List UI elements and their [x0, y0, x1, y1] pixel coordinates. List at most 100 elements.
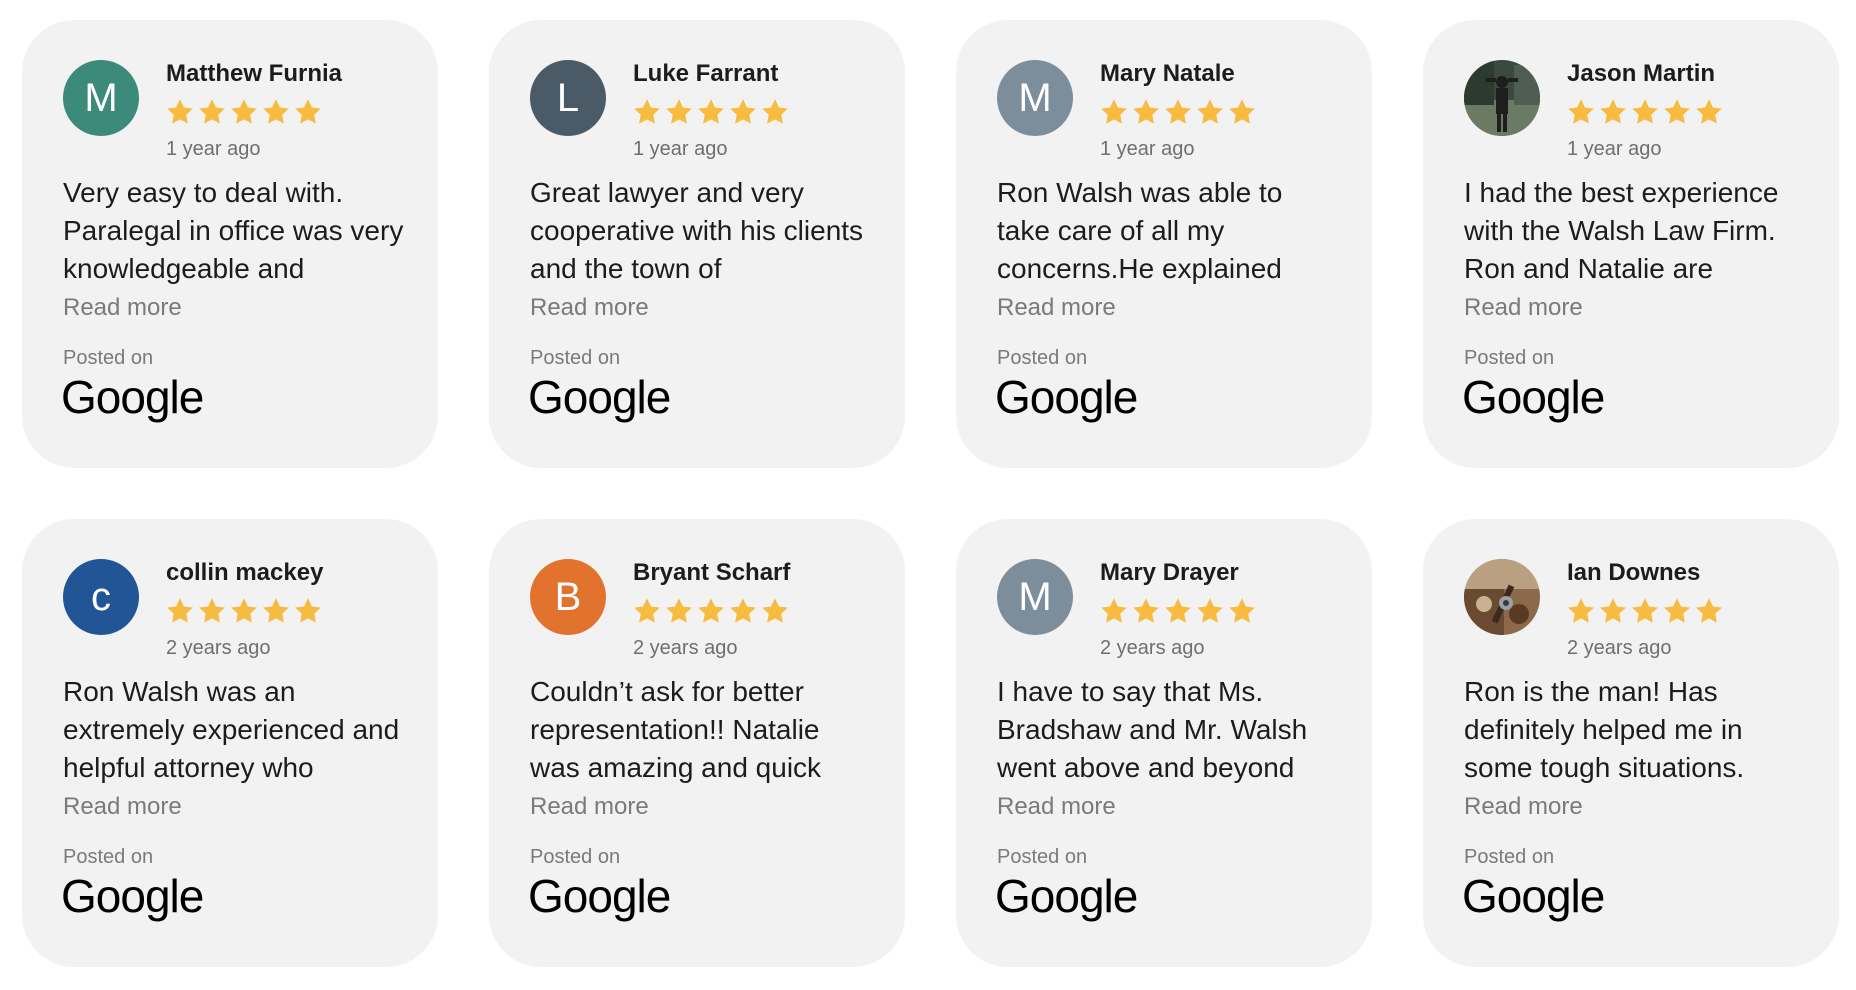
reviewer-name: collin mackey: [166, 559, 324, 586]
review-text: Ron Walsh was an extremely experienced a…: [63, 676, 400, 783]
star-icon: [760, 596, 790, 626]
star-icon: [1694, 97, 1724, 127]
review-card: Jason Martin 1 year ago I had the best e…: [1423, 20, 1839, 468]
star-icon: [229, 596, 259, 626]
star-icon: [1662, 97, 1692, 127]
google-logo: Google: [528, 371, 671, 423]
star-icon: [1227, 596, 1257, 626]
review-text: Couldn’t ask for better representation!!…: [530, 676, 822, 783]
avatar-photo: [1464, 60, 1540, 136]
star-icon: [664, 97, 694, 127]
star-icon: [1662, 596, 1692, 626]
reviewer-name: Mary Natale: [1100, 60, 1235, 87]
star-icon: [760, 97, 790, 127]
avatar: M: [63, 60, 139, 136]
star-icon: [1131, 97, 1161, 127]
read-more-link[interactable]: Read more: [1464, 294, 1583, 322]
star-rating: [632, 596, 792, 630]
star-icon: [1163, 596, 1193, 626]
star-icon: [1630, 596, 1660, 626]
star-icon: [1099, 97, 1129, 127]
star-icon: [728, 596, 758, 626]
star-icon: [1099, 596, 1129, 626]
posted-on-label: Posted on: [530, 846, 621, 868]
review-time: 2 years ago: [1100, 637, 1205, 659]
star-icon: [696, 596, 726, 626]
star-icon: [632, 97, 662, 127]
posted-on-label: Posted on: [530, 347, 621, 369]
review-card: L Luke Farrant 1 year ago Great lawyer a…: [489, 20, 905, 468]
star-icon: [197, 97, 227, 127]
star-icon: [1227, 97, 1257, 127]
star-icon: [229, 97, 259, 127]
reviews-grid: M Matthew Furnia 1 year ago Very easy to…: [0, 0, 1856, 990]
read-more-link[interactable]: Read more: [63, 793, 182, 821]
reviewer-name: Ian Downes: [1567, 559, 1701, 586]
google-logo: Google: [528, 870, 671, 922]
star-icon: [1598, 97, 1628, 127]
read-more-link[interactable]: Read more: [997, 294, 1116, 322]
review-time: 1 year ago: [633, 138, 728, 160]
avatar: B: [530, 559, 606, 635]
star-icon: [1630, 97, 1660, 127]
review-card: M Mary Drayer 2 years ago I have to say …: [956, 519, 1372, 967]
avatar: L: [530, 60, 606, 136]
review-card: B Bryant Scharf 2 years ago Couldn’t ask…: [489, 519, 905, 967]
star-rating: [165, 97, 325, 131]
star-rating: [632, 97, 792, 131]
google-logo: Google: [1462, 870, 1605, 922]
reviewer-name: Matthew Furnia: [166, 60, 343, 87]
star-icon: [696, 97, 726, 127]
star-icon: [1131, 596, 1161, 626]
review-card: M Mary Natale 1 year ago Ron Walsh was a…: [956, 20, 1372, 468]
star-icon: [1195, 97, 1225, 127]
review-time: 2 years ago: [1567, 637, 1672, 659]
avatar: M: [997, 60, 1073, 136]
read-more-link[interactable]: Read more: [997, 793, 1116, 821]
review-card: c collin mackey 2 years ago Ron Walsh wa…: [22, 519, 438, 967]
star-rating: [1566, 97, 1726, 131]
review-text: I have to say that Ms. Bradshaw and Mr. …: [997, 676, 1308, 783]
posted-on-label: Posted on: [997, 846, 1088, 868]
posted-on-label: Posted on: [1464, 347, 1555, 369]
read-more-link[interactable]: Read more: [63, 294, 182, 322]
star-icon: [261, 97, 291, 127]
review-card: M Matthew Furnia 1 year ago Very easy to…: [22, 20, 438, 468]
review-time: 1 year ago: [1567, 138, 1662, 160]
star-icon: [1694, 596, 1724, 626]
star-icon: [293, 97, 323, 127]
read-more-link[interactable]: Read more: [530, 294, 649, 322]
star-icon: [664, 596, 694, 626]
posted-on-label: Posted on: [997, 347, 1088, 369]
review-time: 1 year ago: [1100, 138, 1195, 160]
star-icon: [632, 596, 662, 626]
star-icon: [1566, 596, 1596, 626]
star-rating: [1566, 596, 1726, 630]
star-rating: [165, 596, 325, 630]
star-icon: [261, 596, 291, 626]
review-text: Great lawyer and very cooperative with h…: [530, 177, 864, 284]
star-icon: [197, 596, 227, 626]
review-time: 1 year ago: [166, 138, 261, 160]
google-logo: Google: [995, 870, 1138, 922]
star-rating: [1099, 596, 1259, 630]
review-text: Ron is the man! Has definitely helped me…: [1464, 676, 1745, 783]
reviewer-name: Jason Martin: [1567, 60, 1716, 87]
read-more-link[interactable]: Read more: [530, 793, 649, 821]
star-icon: [728, 97, 758, 127]
review-text: Very easy to deal with. Paralegal in off…: [63, 177, 404, 284]
star-icon: [1598, 596, 1628, 626]
review-time: 2 years ago: [633, 637, 738, 659]
posted-on-label: Posted on: [63, 846, 154, 868]
google-logo: Google: [1462, 371, 1605, 423]
reviewer-name: Luke Farrant: [633, 60, 779, 87]
google-logo: Google: [995, 371, 1138, 423]
posted-on-label: Posted on: [63, 347, 154, 369]
star-icon: [165, 596, 195, 626]
google-logo: Google: [61, 371, 204, 423]
read-more-link[interactable]: Read more: [1464, 793, 1583, 821]
star-icon: [293, 596, 323, 626]
review-time: 2 years ago: [166, 637, 271, 659]
posted-on-label: Posted on: [1464, 846, 1555, 868]
review-text: I had the best experience with the Walsh…: [1464, 177, 1779, 284]
